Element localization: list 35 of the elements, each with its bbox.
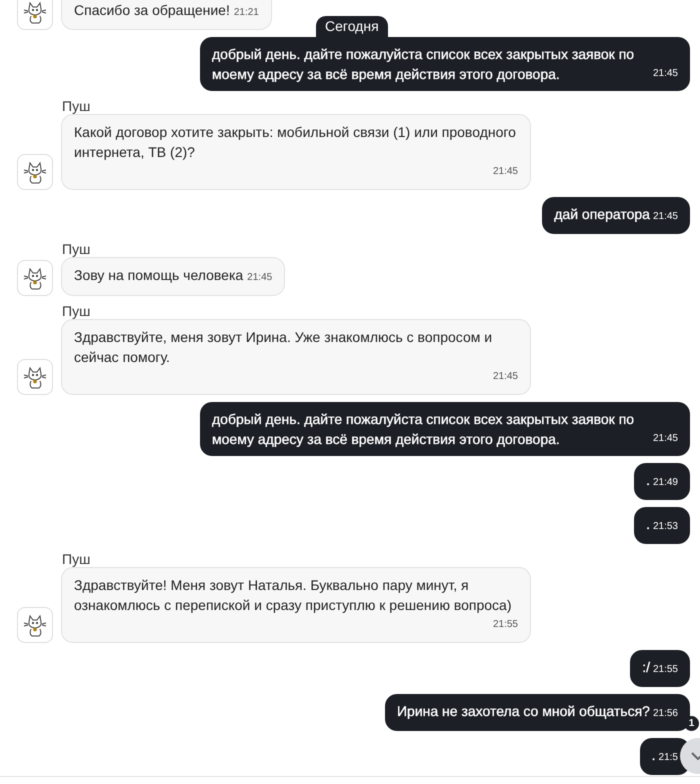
message-time: 21:55 [492,618,518,632]
date-badge: Сегодня [316,16,388,37]
message-time: 21:45 [492,370,518,384]
cat-icon [22,0,48,25]
message-text: Здравствуйте! Меня зовут Наталья. Буквально пару минут, я ознакомлюсь с перепиской и сразу приступлю к решению вопроса) [74,577,512,613]
message-text: Ирина не захотела со мной общаться? [396,703,650,719]
sender-name: Пуш [62,98,92,114]
message-time: 21:53 [652,521,678,532]
message-time: 21:5 [658,752,678,763]
message-text: :/ [642,659,650,675]
message-time: 21:45 [652,211,678,222]
cat-icon [22,159,48,185]
sender-name: Пуш [62,241,92,257]
message-text: . [646,516,650,532]
unread-badge: 1 [684,716,699,731]
cat-icon [22,364,48,390]
message-text: Спасибо за обращение! [74,2,230,18]
message-text: дай оператора [554,206,650,222]
message-text: . [652,747,656,763]
message-time: 21:45 [652,432,678,446]
message-time: 21:21 [234,7,259,18]
message-text: Зову на помощь человека [74,267,244,283]
message-time: 21:45 [652,67,678,81]
message-time: 21:45 [247,272,272,283]
cat-icon [22,265,48,291]
sender-name: Пуш [62,303,92,319]
sender-name: Пуш [62,551,92,567]
message-time: 21:49 [652,477,678,488]
message-time: 21:56 [652,708,678,719]
message-text: . [646,472,650,488]
message-time: 21:55 [652,664,678,675]
cat-icon [22,612,48,638]
message-text: Какой договор хотите закрыть: мобильной связи (1) или проводного интернета, ТВ (2)? [74,124,516,160]
message-text: Здравствуйте, меня зовут Ирина. Уже знакомлюсь с вопросом и сейчас помогу. [74,329,492,365]
message-time: 21:45 [492,165,518,179]
